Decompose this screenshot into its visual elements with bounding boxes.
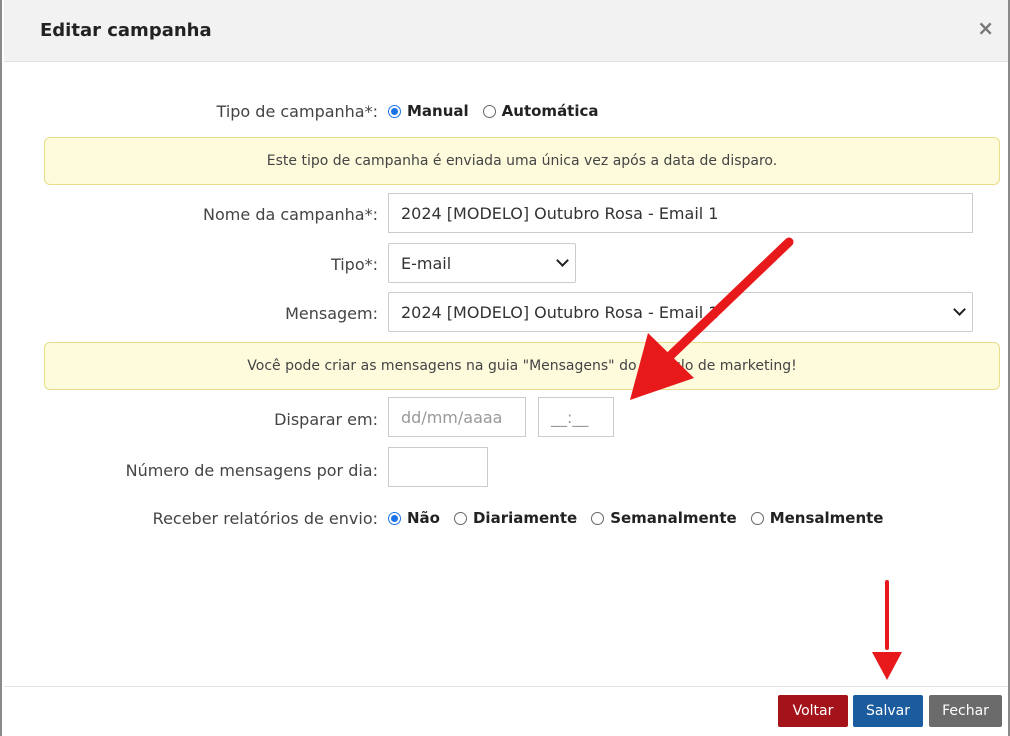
chevron-down-icon [556,254,569,267]
reports-radio-group: Não Diariamente Semanalmente Mensalmente [388,509,897,527]
reports-option-nao[interactable]: Não [388,509,440,527]
campaign-type-label: Tipo de campanha*: [216,102,378,121]
reports-option-monthly[interactable]: Mensalmente [750,509,884,527]
campaign-type-manual-option[interactable]: Manual [388,102,469,120]
message-select[interactable]: 2024 [MODELO] Outubro Rosa - Email 1 [388,292,973,332]
type-select-value: E-mail [401,253,452,273]
campaign-type-automatic-label: Automática [501,102,599,120]
type-label: Tipo*: [330,255,378,274]
messages-per-day-input[interactable] [388,447,488,487]
messages-info-alert: Você pode criar as mensagens na guia "Me… [44,342,1000,390]
reports-option-nao-label: Não [407,509,440,527]
edit-campaign-modal: Editar campanha × Tipo de campanha*: Man… [0,0,1010,736]
reports-option-monthly-label: Mensalmente [769,509,884,527]
close-icon[interactable]: × [977,18,994,38]
radio-unchecked-icon[interactable] [591,511,605,525]
message-label: Mensagem: [285,304,378,323]
campaign-type-automatic-option[interactable]: Automática [482,102,599,120]
send-at-label: Disparar em: [274,410,378,429]
modal-title: Editar campanha [40,20,212,41]
reports-option-weekly-label: Semanalmente [610,509,737,527]
campaign-info-alert: Este tipo de campanha é enviada uma únic… [44,137,1000,185]
reports-option-weekly[interactable]: Semanalmente [591,509,737,527]
chevron-down-icon [953,303,966,316]
reports-label: Receber relatórios de envio: [152,509,378,528]
radio-unchecked-icon[interactable] [453,511,467,525]
radio-checked-icon[interactable] [388,104,401,118]
voltar-button[interactable]: Voltar [778,695,848,727]
message-select-value: 2024 [MODELO] Outubro Rosa - Email 1 [401,302,719,322]
arrow-to-salvar-button [872,580,902,680]
type-select[interactable]: E-mail [388,243,576,283]
modal-header: Editar campanha × [4,0,1008,62]
campaign-type-radio-group: Manual Automática [388,102,613,120]
campaign-type-manual-label: Manual [407,102,469,120]
send-date-input[interactable]: dd/mm/aaaa [388,397,526,437]
radio-unchecked-icon[interactable] [482,104,496,118]
messages-per-day-label: Número de mensagens por dia: [125,461,378,480]
radio-unchecked-icon[interactable] [750,511,764,525]
fechar-button[interactable]: Fechar [929,695,1002,727]
campaign-name-input[interactable]: 2024 [MODELO] Outubro Rosa - Email 1 [388,193,973,233]
campaign-name-label: Nome da campanha*: [203,205,378,224]
reports-option-daily[interactable]: Diariamente [453,509,578,527]
reports-option-daily-label: Diariamente [472,509,578,527]
radio-checked-icon[interactable] [388,511,401,525]
salvar-button[interactable]: Salvar [853,695,923,727]
send-time-input[interactable]: __:__ [538,397,614,437]
